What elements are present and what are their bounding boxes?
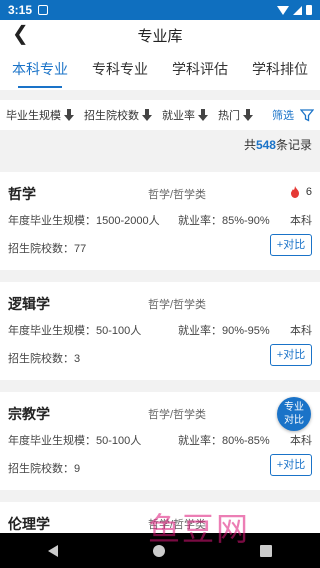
- back-icon[interactable]: ❮: [12, 23, 29, 45]
- filter-school-count[interactable]: 招生院校数: [84, 107, 152, 123]
- sort-down-icon: [243, 109, 253, 121]
- school-count: 招生院校数：77: [8, 243, 87, 255]
- filter-label: 热门: [218, 110, 240, 122]
- system-nav-bar: [0, 533, 320, 568]
- add-compare-button[interactable]: +对比: [270, 344, 312, 366]
- sort-down-icon: [64, 109, 74, 121]
- employment-rate: 就业率：90%-95%: [178, 325, 270, 337]
- major-card[interactable]: 哲学 哲学/哲学类 6 年度毕业生规模：1500-2000人 就业率：85%-9…: [0, 172, 320, 270]
- degree-level: 本科: [290, 215, 312, 227]
- filter-bar: 毕业生规模 招生院校数 就业率 热门 筛选: [0, 100, 320, 130]
- school-count: 招生院校数：3: [8, 353, 81, 365]
- employment-rate: 就业率：85%-90%: [178, 215, 270, 227]
- major-card[interactable]: 伦理学 哲学/哲学类: [0, 502, 320, 533]
- tab-undergraduate[interactable]: 本科专业: [0, 50, 80, 90]
- flame-icon: [290, 186, 299, 198]
- major-card[interactable]: 宗教学 哲学/哲学类 年度毕业生规模：50-100人 就业率：80%-85% 本…: [0, 392, 320, 490]
- tab-discipline-ranking[interactable]: 学科排位: [240, 50, 320, 90]
- notification-icon: [38, 5, 49, 15]
- floating-compare-line2: 对比: [284, 415, 304, 426]
- funnel-icon: [300, 109, 314, 122]
- status-icons: [277, 5, 312, 15]
- top-nav: ❮ 专业库: [0, 20, 320, 50]
- graduate-scale: 年度毕业生规模：50-100人: [8, 325, 142, 337]
- record-count: 共548条记录: [244, 136, 312, 153]
- major-name: 伦理学: [8, 516, 50, 532]
- screen-button[interactable]: 筛选: [272, 107, 320, 123]
- sort-down-icon: [142, 109, 152, 121]
- count-suffix: 条记录: [275, 138, 312, 152]
- filter-label: 招生院校数: [84, 110, 139, 122]
- battery-icon: [306, 5, 312, 15]
- count-number: 548: [255, 138, 276, 152]
- filter-label: 毕业生规模: [6, 110, 61, 122]
- wifi-icon: [277, 5, 289, 15]
- hot-indicator: 6: [290, 186, 312, 198]
- tab-junior-college[interactable]: 专科专业: [80, 50, 160, 90]
- major-card[interactable]: 逻辑学 哲学/哲学类 年度毕业生规模：50-100人 就业率：90%-95% 本…: [0, 282, 320, 380]
- add-compare-button[interactable]: +对比: [270, 454, 312, 476]
- add-compare-button[interactable]: +对比: [270, 234, 312, 256]
- hot-value: 6: [305, 186, 312, 198]
- screen-label: 筛选: [272, 110, 294, 122]
- major-name: 哲学: [8, 186, 36, 202]
- system-recents-icon[interactable]: [260, 544, 273, 557]
- degree-level: 本科: [290, 435, 312, 447]
- filter-employment-rate[interactable]: 就业率: [162, 107, 208, 123]
- employment-rate: 就业率：80%-85%: [178, 435, 270, 447]
- major-name: 逻辑学: [8, 296, 50, 312]
- count-prefix: 共: [243, 138, 256, 152]
- tab-discipline-assessment[interactable]: 学科评估: [160, 50, 240, 90]
- system-home-icon[interactable]: [152, 544, 165, 557]
- major-category: 哲学/哲学类: [148, 189, 207, 201]
- major-category: 哲学/哲学类: [148, 299, 207, 311]
- degree-level: 本科: [290, 325, 312, 337]
- filter-label: 就业率: [162, 110, 195, 122]
- major-name: 宗教学: [8, 406, 50, 422]
- filter-popular[interactable]: 热门: [218, 107, 253, 123]
- floating-compare-button[interactable]: 专业 对比: [277, 397, 311, 431]
- school-count: 招生院校数：9: [8, 463, 81, 475]
- signal-icon: [293, 5, 302, 15]
- page-title: 专业库: [137, 27, 183, 45]
- status-time: 3:15: [8, 3, 33, 17]
- major-category: 哲学/哲学类: [148, 519, 207, 531]
- tab-bar: 本科专业 专科专业 学科评估 学科排位: [0, 50, 320, 90]
- floating-compare-line1: 专业: [284, 402, 304, 413]
- system-back-icon[interactable]: [47, 544, 58, 557]
- status-bar: 3:15: [0, 0, 320, 20]
- filter-graduate-scale[interactable]: 毕业生规模: [6, 107, 74, 123]
- graduate-scale: 年度毕业生规模：1500-2000人: [8, 215, 160, 227]
- graduate-scale: 年度毕业生规模：50-100人: [8, 435, 142, 447]
- sort-down-icon: [198, 109, 208, 121]
- major-category: 哲学/哲学类: [148, 409, 207, 421]
